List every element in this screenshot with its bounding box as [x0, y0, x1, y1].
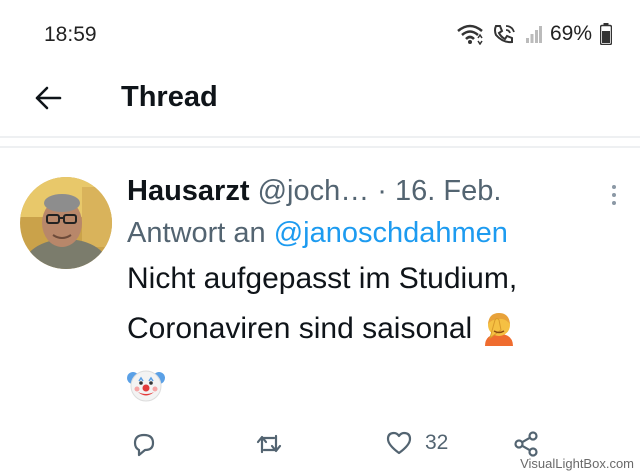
- back-button[interactable]: [30, 80, 66, 116]
- tweet-text-line: Coronaviren sind saisonal: [127, 312, 473, 345]
- tweet-text: Nicht aufgepasst im Studium, Coronaviren…: [127, 254, 627, 420]
- tweet[interactable]: Hausarzt @joch… · 16. Feb. Antwort an @j…: [127, 170, 627, 420]
- page-title: Thread: [121, 81, 218, 113]
- more-options-button[interactable]: [611, 184, 617, 211]
- arrow-left-icon: [35, 86, 62, 110]
- like-count: 32: [425, 431, 449, 454]
- retweet-icon: [256, 434, 282, 454]
- tweet-text-line-2: Coronaviren sind saisonal: [127, 304, 627, 362]
- reply-context: Antwort an @janoschdahmen: [127, 212, 627, 254]
- battery-icon: [600, 23, 612, 45]
- tweet-date[interactable]: 16. Feb.: [395, 175, 501, 207]
- watermark-text: VisualLightBox.com: [520, 456, 634, 471]
- retweet-button[interactable]: [254, 430, 284, 458]
- app-bar: Thread: [0, 70, 640, 132]
- like-button[interactable]: 32: [385, 430, 448, 456]
- separator-dot: ·: [377, 175, 387, 207]
- facepalm-emoji-icon: [481, 310, 517, 362]
- reply-button[interactable]: [130, 430, 158, 458]
- emoji-line: [127, 362, 627, 420]
- status-time: 18:59: [44, 23, 97, 46]
- display-name[interactable]: Hausarzt: [127, 175, 250, 207]
- heart-icon: [386, 431, 412, 455]
- wifi-icon: [457, 24, 483, 45]
- user-handle[interactable]: @joch…: [258, 175, 370, 207]
- tweet-text-line: Nicht aufgepasst im Studium,: [127, 262, 518, 295]
- reply-prefix: Antwort an: [127, 217, 266, 249]
- tweet-header: Hausarzt @joch… · 16. Feb.: [127, 170, 627, 212]
- reply-mention-link[interactable]: @janoschdahmen: [274, 217, 508, 249]
- wifi-calling-icon: [493, 25, 515, 44]
- share-button[interactable]: [512, 430, 540, 458]
- signal-icon: [525, 26, 542, 43]
- reply-icon: [133, 433, 155, 457]
- avatar[interactable]: [20, 177, 112, 269]
- share-icon: [514, 431, 538, 457]
- clown-emoji-icon: [127, 366, 165, 420]
- divider: [0, 136, 640, 138]
- more-vertical-icon: [612, 185, 616, 205]
- divider: [0, 146, 640, 148]
- battery-percent: 69%: [549, 22, 592, 45]
- system-icons: 69%: [456, 22, 612, 46]
- status-bar: 18:59 69%: [0, 0, 640, 70]
